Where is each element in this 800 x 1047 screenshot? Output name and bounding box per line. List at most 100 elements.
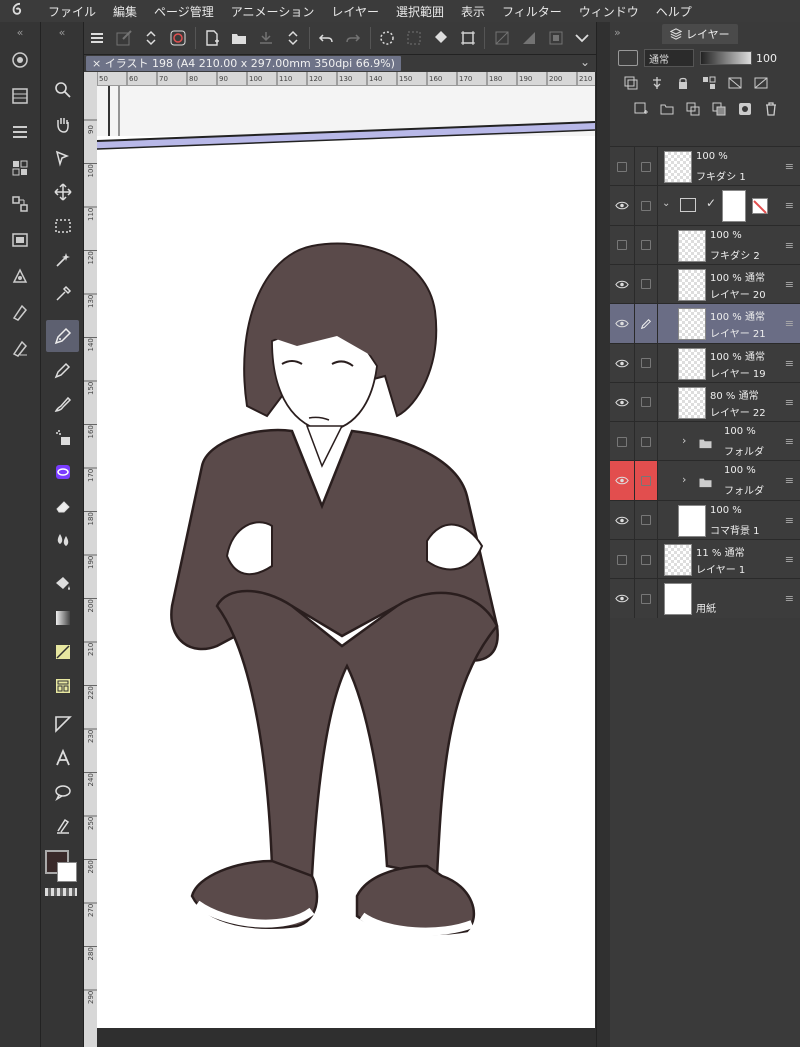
lock-toggle[interactable] xyxy=(634,264,658,304)
move-icon[interactable] xyxy=(46,176,79,208)
lock-toggle[interactable] xyxy=(634,186,658,226)
layer-row[interactable]: 100 % フキダシ 1 ≡ xyxy=(610,146,800,186)
tab-list-chevron-icon[interactable]: ⌄ xyxy=(580,55,590,69)
collapse-chevron-icon[interactable]: « xyxy=(0,22,40,42)
balloon-icon[interactable] xyxy=(46,776,79,808)
visibility-toggle[interactable] xyxy=(610,226,634,265)
folder-collapse-chevron-icon[interactable]: › xyxy=(682,473,686,486)
snap-grid-icon[interactable] xyxy=(515,24,542,52)
layer-menu-icon[interactable]: ≡ xyxy=(785,357,794,370)
menu-animation[interactable]: アニメーション xyxy=(231,3,315,20)
auto-select-icon[interactable] xyxy=(46,244,79,276)
folder-collapse-chevron-icon[interactable]: › xyxy=(682,434,686,447)
layer-row[interactable]: 用紙 ≡ xyxy=(610,578,800,619)
transparent-color-icon[interactable] xyxy=(45,888,77,896)
navigator-icon[interactable] xyxy=(0,42,40,78)
lock-toggle[interactable] xyxy=(634,540,658,579)
folder-expand-chevron-icon[interactable]: ⌄ xyxy=(662,198,670,209)
layer-row[interactable]: 11 % 通常 レイヤー 1 ≡ xyxy=(610,539,800,579)
tab-layer[interactable]: レイヤー xyxy=(662,24,738,44)
sub-view-icon[interactable] xyxy=(0,222,40,258)
brush-icon[interactable] xyxy=(46,388,79,420)
lock-toggle[interactable] xyxy=(634,382,658,422)
layer-menu-icon[interactable]: ≡ xyxy=(785,592,794,605)
edit-pen-icon[interactable] xyxy=(634,304,658,344)
eye-icon[interactable] xyxy=(610,304,634,343)
eye-icon[interactable] xyxy=(610,344,634,383)
reference-icon[interactable] xyxy=(644,72,670,94)
correction-icon[interactable] xyxy=(46,810,79,842)
eye-icon[interactable] xyxy=(610,186,634,225)
delete-layer-icon[interactable] xyxy=(758,98,784,120)
edit-icon[interactable] xyxy=(111,24,138,52)
lock-toggle[interactable] xyxy=(634,225,658,265)
panel-collapse-chevron-icon[interactable]: » xyxy=(614,26,621,39)
snap-special-icon[interactable] xyxy=(542,24,569,52)
brush-settings-icon[interactable] xyxy=(0,258,40,294)
visibility-toggle[interactable] xyxy=(610,540,634,579)
eyedropper-icon[interactable] xyxy=(46,278,79,310)
layer-row[interactable]: ⌄ ✓ ≡ xyxy=(610,185,800,226)
menu-file[interactable]: ファイル xyxy=(48,3,96,20)
redo-icon[interactable] xyxy=(340,24,367,52)
lock-toggle[interactable] xyxy=(634,579,658,619)
layer-row[interactable]: 100 % フキダシ 2 ≡ xyxy=(610,224,800,265)
transfer-down-icon[interactable] xyxy=(680,98,706,120)
eye-icon[interactable] xyxy=(610,579,634,618)
layer-row[interactable]: 100 % 通常 レイヤー 20 ≡ xyxy=(610,263,800,304)
layer-menu-icon[interactable]: ≡ xyxy=(785,553,794,566)
layer-menu-icon[interactable]: ≡ xyxy=(785,317,794,330)
mask-enable-icon[interactable] xyxy=(722,72,748,94)
new-file-icon[interactable] xyxy=(199,24,226,52)
menu-page[interactable]: ページ管理 xyxy=(154,3,214,20)
lock-toggle[interactable] xyxy=(634,343,658,383)
layer-color-toggle[interactable] xyxy=(618,50,638,66)
layer-row[interactable]: 100 % 通常 レイヤー 19 ≡ xyxy=(610,342,800,383)
menu-edit[interactable]: 編集 xyxy=(113,3,137,20)
hamburger-menu-icon[interactable] xyxy=(84,24,111,52)
layer-row[interactable]: 80 % 通常 レイヤー 22 ≡ xyxy=(610,381,800,422)
blend-icon[interactable] xyxy=(46,524,79,556)
hand-icon[interactable] xyxy=(46,108,79,140)
new-raster-layer-icon[interactable] xyxy=(628,98,654,120)
combine-down-icon[interactable] xyxy=(706,98,732,120)
close-icon[interactable]: × xyxy=(92,57,105,70)
lock-toggle[interactable] xyxy=(634,461,658,501)
layer-menu-icon[interactable]: ≡ xyxy=(785,160,794,173)
layer-menu-icon[interactable]: ≡ xyxy=(785,435,794,448)
new-folder-icon[interactable] xyxy=(654,98,680,120)
layer-row[interactable]: 100 % 通常 レイヤー 21 ≡ xyxy=(610,303,800,344)
opacity-value[interactable]: 100 xyxy=(756,52,777,65)
lock-toggle[interactable] xyxy=(634,422,658,462)
lock-toggle[interactable] xyxy=(634,147,658,186)
ruler-icon[interactable] xyxy=(46,708,79,740)
menu-window[interactable]: ウィンドウ xyxy=(579,3,639,20)
airbrush-icon[interactable] xyxy=(46,422,79,454)
fill-bucket-icon[interactable] xyxy=(428,24,455,52)
open-folder-icon[interactable] xyxy=(225,24,252,52)
menu-selection[interactable]: 選択範囲 xyxy=(396,3,444,20)
eye-icon[interactable] xyxy=(610,265,634,304)
updown2-icon[interactable] xyxy=(279,24,306,52)
app-logo-icon[interactable] xyxy=(10,1,30,21)
layer-row[interactable]: › 100 % フォルダ ≡ xyxy=(610,460,800,501)
check-icon[interactable]: ✓ xyxy=(706,196,716,210)
menu-view[interactable]: 表示 xyxy=(461,3,485,20)
frame-border-icon[interactable] xyxy=(46,670,79,702)
lock-toggle[interactable] xyxy=(634,500,658,540)
create-mask-icon[interactable] xyxy=(732,98,758,120)
save-icon[interactable] xyxy=(252,24,279,52)
layer-row[interactable]: 100 % コマ背景 1 ≡ xyxy=(610,499,800,540)
clip-icon[interactable] xyxy=(618,72,644,94)
pencil-icon[interactable] xyxy=(46,354,79,386)
decoration-icon[interactable] xyxy=(46,456,79,488)
layer-menu-icon[interactable]: ≡ xyxy=(785,396,794,409)
sub-color-swatch[interactable] xyxy=(57,862,77,882)
tool-property-icon[interactable] xyxy=(0,294,40,330)
eye-icon[interactable] xyxy=(610,383,634,422)
timeline-icon[interactable] xyxy=(0,78,40,114)
ruler-enable-icon[interactable] xyxy=(748,72,774,94)
layer-menu-icon[interactable]: ≡ xyxy=(785,239,794,252)
zoom-icon[interactable] xyxy=(46,74,79,106)
selection-icon[interactable] xyxy=(46,210,79,242)
